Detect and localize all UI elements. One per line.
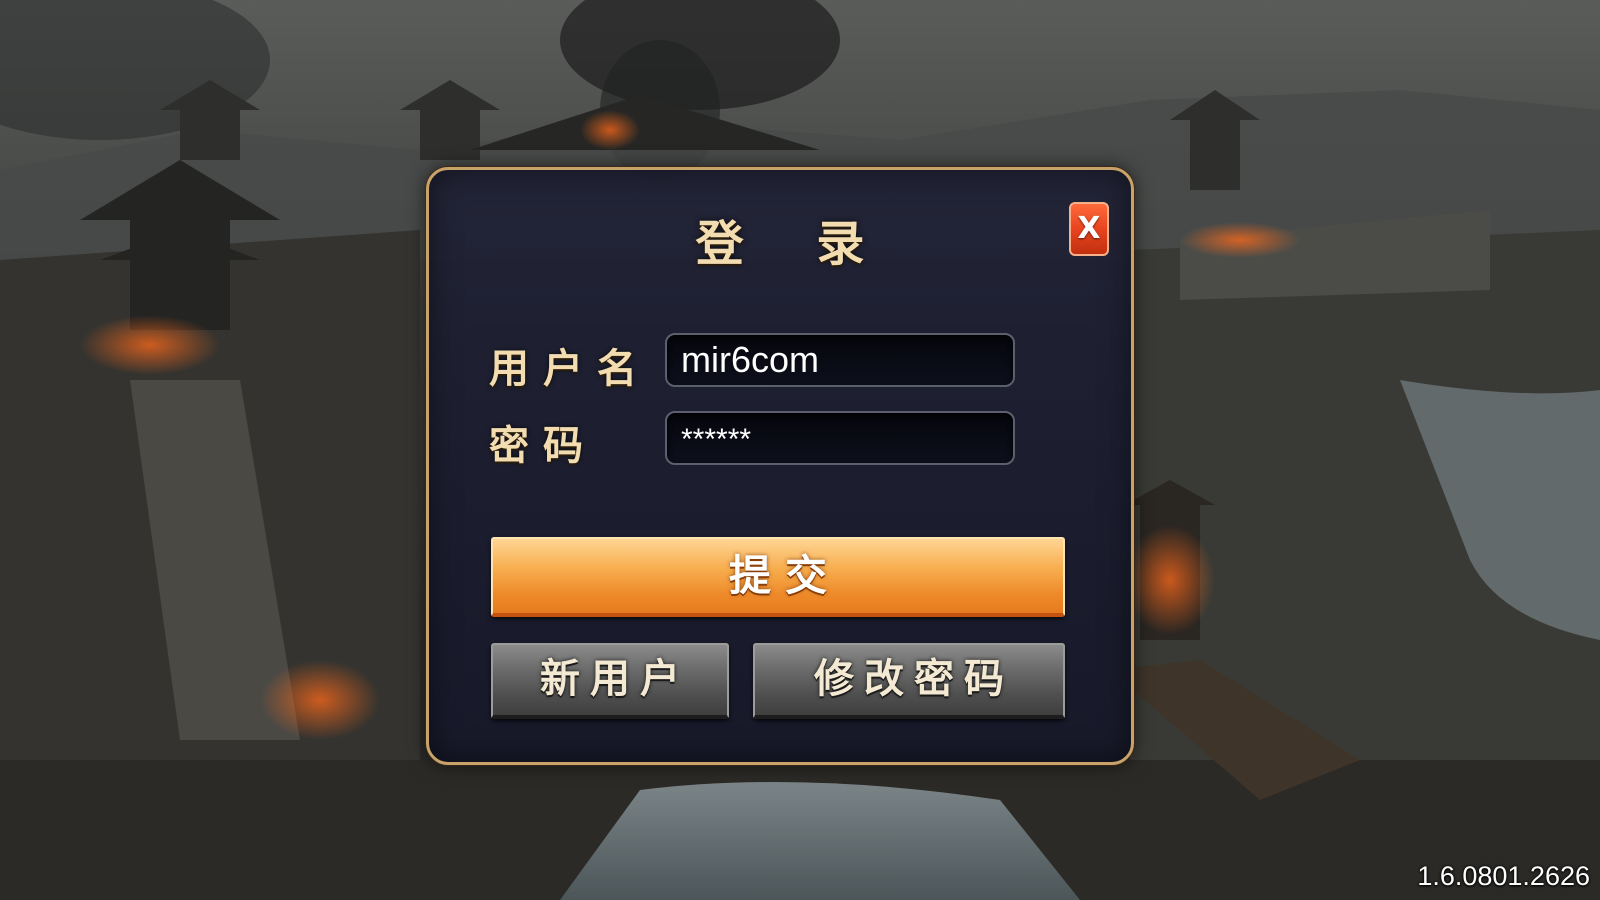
fire-glow xyxy=(80,315,220,375)
game-login-screen: 登 录 X 用户名 mir6com 密码 ****** 提交 新用户 修改密码 … xyxy=(0,0,1600,900)
password-label: 密码 xyxy=(489,422,597,469)
new-user-button[interactable]: 新用户 xyxy=(491,643,729,719)
fire-glow xyxy=(580,110,640,150)
fire-glow xyxy=(1125,525,1215,635)
dialog-title: 登 录 xyxy=(695,216,893,272)
close-icon: X xyxy=(1077,211,1101,246)
username-label: 用户名 xyxy=(489,345,651,392)
fire-glow xyxy=(260,660,380,740)
submit-button[interactable]: 提交 xyxy=(491,537,1065,617)
version-label: 1.6.0801.2626 xyxy=(1417,861,1590,891)
fire-glow xyxy=(1180,222,1300,258)
username-input[interactable]: mir6com xyxy=(665,333,1015,387)
password-input[interactable]: ****** xyxy=(665,411,1015,465)
close-button[interactable]: X xyxy=(1069,202,1109,256)
login-dialog: 登 录 X 用户名 mir6com 密码 ****** 提交 新用户 修改密码 xyxy=(426,167,1134,765)
change-password-button[interactable]: 修改密码 xyxy=(753,643,1065,719)
